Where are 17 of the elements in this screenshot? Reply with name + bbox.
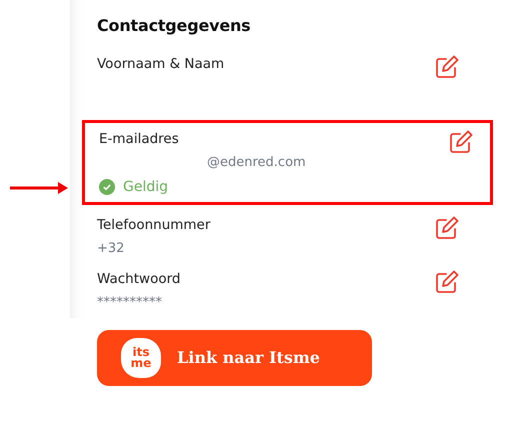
edit-button[interactable] [434,214,460,241]
field-label: E-mailadres [99,130,180,149]
field-label: Voornaam & Naam [97,55,224,74]
edit-button[interactable] [448,129,474,155]
field-value: +32 [97,240,126,258]
arrow-icon [10,182,68,194]
logo-text: its [132,347,150,358]
logo-text: me [130,358,152,370]
field-label: Wachtwoord [97,270,180,288]
field-value: @edenred.com [207,154,306,172]
section-title: Contactgegevens [97,15,252,37]
field-value: ********** [97,294,163,312]
itsme-button[interactable]: its me Link naar Itsme [97,330,372,386]
status-text: Geldig [123,178,168,197]
field-label: Telefoonnummer [97,216,210,235]
edit-button[interactable] [434,268,460,294]
edit-button[interactable] [434,54,460,80]
